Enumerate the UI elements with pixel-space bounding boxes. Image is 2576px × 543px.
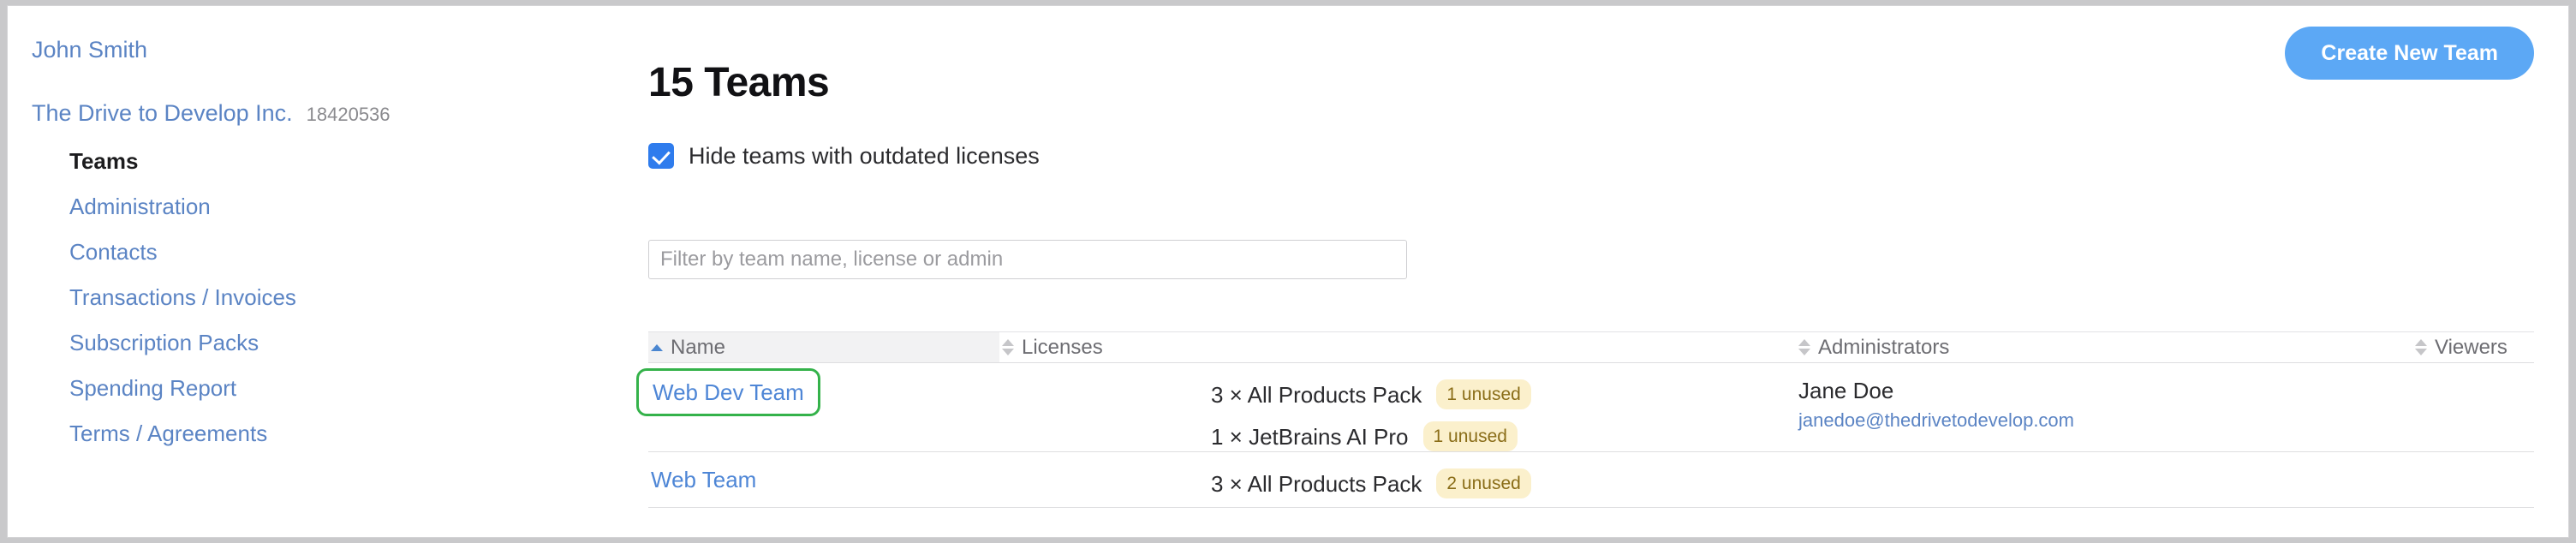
- cell-team-name: Web Team: [648, 468, 999, 492]
- cell-administrators: Jane Doe janedoe@thedrivetodevelop.com: [1796, 379, 2412, 430]
- table-body: Web Dev Team 3 × All Products Pack 1 unuse…: [636, 362, 2534, 508]
- table-header-label: Administrators: [1818, 335, 1950, 359]
- sidebar-item-terms-agreements[interactable]: Terms / Agreements: [69, 422, 600, 445]
- table-header-administrators[interactable]: Administrators: [1796, 332, 2412, 362]
- administrator-name: Jane Doe: [1798, 378, 1894, 403]
- sidebar-item-teams: Teams: [69, 148, 139, 174]
- sidebar-item-spending-report[interactable]: Spending Report: [69, 377, 600, 399]
- hide-outdated-licenses-label: Hide teams with outdated licenses: [689, 142, 1040, 169]
- sidebar-org-row: The Drive to Develop Inc. 18420536: [32, 102, 391, 125]
- license-list: 3 × All Products Pack 2 unused: [1002, 468, 1796, 498]
- teams-table: Name Licenses Administrators Viewers Web De…: [636, 331, 2534, 508]
- table-row: Web Dev Team 3 × All Products Pack 1 unuse…: [636, 362, 2534, 451]
- sidebar-nav: Teams Administration Contacts Transactions …: [69, 150, 600, 468]
- sidebar-item-contacts[interactable]: Contacts: [69, 241, 600, 263]
- cell-licenses: 3 × All Products Pack 1 unused 1 × JetBrai…: [999, 379, 1796, 451]
- checkbox-checked-icon[interactable]: [648, 143, 674, 169]
- sort-both-icon: [1798, 339, 1810, 355]
- main-header: 15 Teams Create New Team: [648, 27, 2534, 104]
- unused-licenses-badge: 2 unused: [1436, 468, 1531, 498]
- license-line: 3 × All Products Pack 1 unused: [1211, 379, 1796, 409]
- main-content: 15 Teams Create New Team Hide teams with…: [636, 6, 2568, 537]
- table-header-label: Licenses: [1022, 335, 1103, 359]
- app-page: John Smith The Drive to Develop Inc. 184…: [7, 5, 2569, 538]
- table-header-label: Viewers: [2435, 335, 2507, 359]
- create-new-team-button[interactable]: Create New Team: [2285, 27, 2534, 80]
- sidebar: John Smith The Drive to Develop Inc. 184…: [8, 6, 638, 537]
- table-row: Web Team 3 × All Products Pack 2 unused: [648, 451, 2534, 508]
- sort-ascending-icon: [651, 343, 663, 351]
- team-name-link[interactable]: Web Team: [651, 468, 756, 491]
- table-header-viewers[interactable]: Viewers: [2412, 332, 2534, 362]
- cell-team-name: Web Dev Team: [636, 368, 999, 416]
- license-text: 1 × JetBrains AI Pro: [1211, 423, 1409, 450]
- sort-both-icon: [2415, 339, 2427, 355]
- sidebar-user-link[interactable]: John Smith: [32, 39, 147, 62]
- table-header-licenses[interactable]: Licenses: [999, 332, 1796, 362]
- license-line: 3 × All Products Pack 2 unused: [1211, 468, 1796, 498]
- table-header-name[interactable]: Name: [648, 332, 999, 362]
- table-header-label: Name: [671, 335, 726, 359]
- unused-licenses-badge: 1 unused: [1422, 421, 1518, 451]
- table-header-row: Name Licenses Administrators Viewers: [648, 331, 2534, 362]
- sidebar-item-transactions-invoices[interactable]: Transactions / Invoices: [69, 286, 600, 308]
- license-line: 1 × JetBrains AI Pro 1 unused: [1211, 421, 1796, 451]
- sidebar-item-subscription-packs[interactable]: Subscription Packs: [69, 331, 600, 354]
- hide-outdated-licenses-checkbox-row[interactable]: Hide teams with outdated licenses: [648, 143, 1040, 169]
- sidebar-item-administration[interactable]: Administration: [69, 195, 600, 218]
- license-text: 3 × All Products Pack: [1211, 381, 1422, 408]
- cell-licenses: 3 × All Products Pack 2 unused: [999, 468, 1796, 498]
- page-title: 15 Teams: [648, 60, 830, 106]
- sort-both-icon: [1002, 339, 1014, 355]
- administrator-email-link[interactable]: janedoe@thedrivetodevelop.com: [1798, 411, 2412, 430]
- unused-licenses-badge: 1 unused: [1436, 379, 1531, 409]
- filter-input[interactable]: [648, 240, 1407, 279]
- license-text: 3 × All Products Pack: [1211, 470, 1422, 497]
- license-list: 3 × All Products Pack 1 unused 1 × JetBrai…: [1002, 379, 1796, 451]
- team-name-link[interactable]: Web Dev Team: [636, 368, 820, 416]
- sidebar-org-link[interactable]: The Drive to Develop Inc.: [32, 102, 293, 125]
- sidebar-org-id: 18420536: [306, 104, 391, 125]
